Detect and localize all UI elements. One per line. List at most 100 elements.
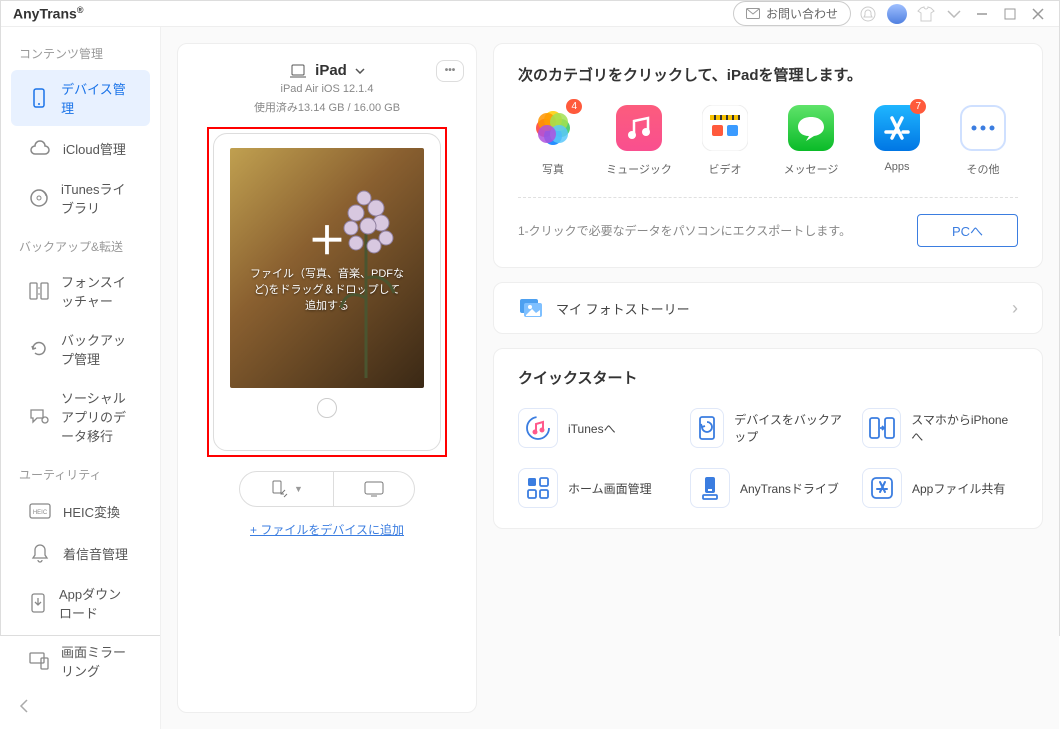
sidebar-heading: ユーティリティ	[1, 456, 160, 489]
sidebar-item-label: HEIC変換	[63, 502, 120, 521]
sidebar-item[interactable]: Appダウンロード	[11, 575, 150, 631]
phone-icon	[29, 87, 49, 109]
mirror-icon	[29, 650, 49, 672]
device-preview[interactable]: ＋ ファイル（写真、音楽、PDFなど)をドラッグ＆ドロップして追加する	[207, 127, 447, 457]
other-icon	[958, 103, 1008, 153]
sidebar-item-label: 画面ミラーリング	[61, 642, 132, 680]
device-type-icon	[289, 64, 307, 78]
export-pc-button[interactable]: PCへ	[917, 214, 1018, 247]
quickstart-drive[interactable]: AnyTransドライブ	[690, 468, 846, 508]
maximize-icon[interactable]	[1001, 5, 1019, 23]
photo-story-row[interactable]: マイ フォトストーリー ›	[493, 282, 1043, 334]
photo-story-label: マイ フォトストーリー	[556, 299, 690, 318]
categories-panel: 次のカテゴリをクリックして、iPadを管理します。 4写真ミュージックビデオメッ…	[493, 43, 1043, 268]
sidebar-item[interactable]: iCloud管理	[11, 128, 150, 168]
home-icon	[518, 468, 558, 508]
chevron-down-icon[interactable]	[355, 68, 365, 74]
home-button-graphic	[317, 398, 337, 418]
svg-text:HEIC: HEIC	[33, 510, 48, 516]
quickstart-share[interactable]: Appファイル共有	[862, 468, 1018, 508]
more-button[interactable]: •••	[436, 60, 464, 82]
badge: 7	[910, 99, 926, 114]
category-apps[interactable]: 7 Apps	[862, 103, 932, 177]
category-music[interactable]: ミュージック	[604, 103, 674, 177]
sidebar-heading: バックアップ&転送	[1, 228, 160, 261]
sidebar-item[interactable]: HEIC HEIC変換	[11, 491, 150, 531]
sidebar-item[interactable]: ソーシャルアプリのデータ移行	[11, 379, 150, 454]
quickstart-backup[interactable]: デバイスをバックアップ	[690, 408, 846, 448]
shirt-icon[interactable]	[917, 5, 935, 23]
sidebar-item-label: バックアップ管理	[61, 330, 132, 368]
quickstart-label: ホーム画面管理	[568, 480, 652, 497]
cloud-icon	[29, 137, 51, 159]
category-label: その他	[967, 161, 1000, 177]
quickstart-label: Appファイル共有	[912, 480, 1005, 497]
sidebar-item[interactable]: バックアップ管理	[11, 321, 150, 377]
quickstart-home[interactable]: ホーム画面管理	[518, 468, 674, 508]
badge: 4	[566, 99, 582, 114]
sidebar-item-label: ソーシャルアプリのデータ移行	[61, 388, 132, 445]
itunes-icon	[518, 408, 558, 448]
minimize-icon[interactable]	[973, 5, 991, 23]
mail-icon	[746, 8, 760, 19]
sidebar-item-label: iTunesライブラリ	[61, 179, 132, 217]
chat-icon	[29, 406, 49, 428]
sidebar-item[interactable]: iTunesライブラリ	[11, 170, 150, 226]
sidebar-item-label: デバイス管理	[61, 79, 132, 117]
chevron-down-icon[interactable]	[945, 5, 963, 23]
sidebar-heading: コンテンツ管理	[1, 35, 160, 68]
app-title: AnyTrans®	[13, 5, 83, 22]
toiphone-icon	[862, 408, 901, 448]
avatar[interactable]	[887, 4, 907, 24]
category-other[interactable]: その他	[948, 103, 1018, 177]
chevron-right-icon: ›	[1012, 298, 1018, 319]
contact-button[interactable]: お問い合わせ	[733, 1, 851, 26]
category-label: ミュージック	[606, 161, 672, 177]
video-icon	[700, 103, 750, 153]
sidebar-item-label: フォンスイッチャー	[61, 272, 132, 310]
flower-illustration	[326, 178, 406, 378]
device-storage: 使用済み13.14 GB / 16.00 GB	[254, 99, 400, 115]
sidebar-item[interactable]: 画面ミラーリング	[11, 633, 150, 689]
screen-action[interactable]	[334, 472, 414, 506]
apps-icon: 7	[872, 103, 922, 153]
sidebar-item[interactable]: 着信音管理	[11, 533, 150, 573]
quickstart-label: スマホからiPhoneへ	[911, 411, 1018, 445]
sidebar-collapse[interactable]	[1, 691, 160, 721]
refresh-icon	[29, 338, 49, 360]
category-label: Apps	[884, 161, 909, 173]
photo-story-icon	[518, 297, 544, 319]
quickstart-itunes[interactable]: iTunesへ	[518, 408, 674, 448]
quickstart-panel: クイックスタート iTunesへデバイスをバックアップスマホからiPhoneへホ…	[493, 348, 1043, 529]
quickstart-label: iTunesへ	[568, 420, 616, 437]
clipboard-action[interactable]: ▼	[240, 472, 334, 506]
export-hint: 1-クリックで必要なデータをパソコンにエクスポートします。	[518, 222, 917, 239]
bell-icon	[29, 542, 51, 564]
category-label: メッセージ	[784, 161, 839, 177]
category-label: ビデオ	[709, 161, 742, 177]
add-files-link[interactable]: + ファイルをデバイスに追加	[250, 521, 404, 538]
category-photos[interactable]: 4写真	[518, 103, 588, 177]
sidebar-item[interactable]: デバイス管理	[11, 70, 150, 126]
backup-icon	[690, 408, 724, 448]
close-icon[interactable]	[1029, 5, 1047, 23]
heic-icon: HEIC	[29, 500, 51, 522]
device-panel: iPad ••• iPad Air iOS 12.1.4 使用済み13.14 G…	[177, 43, 477, 713]
quickstart-label: AnyTransドライブ	[740, 480, 839, 497]
drive-icon	[690, 468, 730, 508]
sidebar: コンテンツ管理デバイス管理 iCloud管理 iTunesライブラリバックアップ&転…	[1, 27, 161, 729]
disc-icon	[29, 187, 49, 209]
download-icon	[29, 592, 47, 614]
share-icon	[862, 468, 902, 508]
sidebar-item-label: iCloud管理	[63, 139, 126, 158]
quickstart-toiphone[interactable]: スマホからiPhoneへ	[862, 408, 1018, 448]
quickstart-label: デバイスをバックアップ	[734, 411, 846, 445]
category-message[interactable]: メッセージ	[776, 103, 846, 177]
bell-icon[interactable]	[859, 5, 877, 23]
category-video[interactable]: ビデオ	[690, 103, 760, 177]
sidebar-item[interactable]: フォンスイッチャー	[11, 263, 150, 319]
sidebar-item-label: 着信音管理	[63, 544, 128, 563]
switch-icon	[29, 280, 49, 302]
message-icon	[786, 103, 836, 153]
device-name: iPad	[315, 62, 347, 79]
